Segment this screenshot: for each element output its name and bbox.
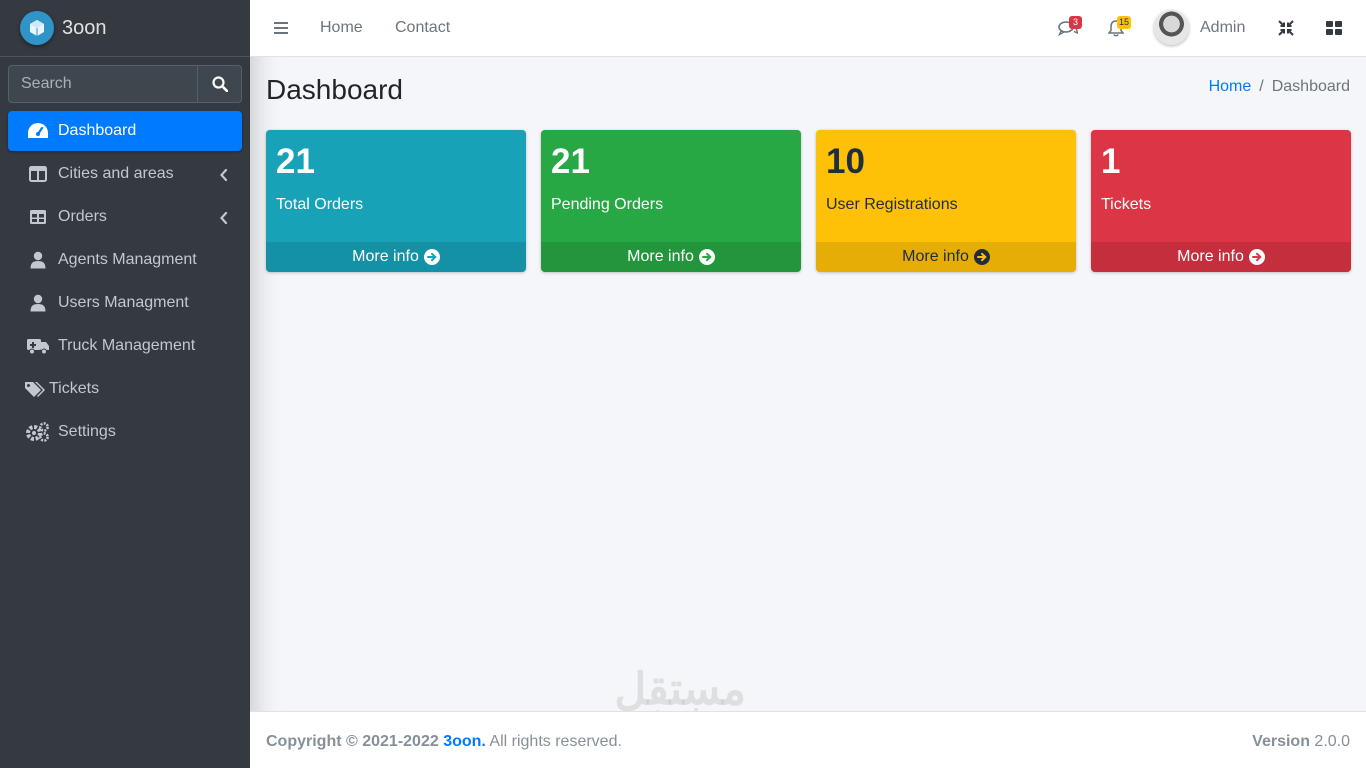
avatar[interactable]: [1154, 10, 1189, 45]
th-large-icon: [1326, 21, 1342, 35]
sidebar-item-label: Tickets: [49, 380, 100, 397]
messages-button[interactable]: 3: [1058, 16, 1082, 41]
stat-value: 21: [276, 142, 315, 181]
search-icon: [211, 76, 228, 92]
notifications-button[interactable]: 15: [1107, 16, 1132, 42]
breadcrumb-current: Dashboard: [1271, 78, 1350, 95]
sidebar-item-agents-managment[interactable]: Agents Managment: [8, 240, 242, 280]
more-info-label: More info: [1177, 248, 1244, 265]
sidebar-item-truck-management[interactable]: Truck Management: [8, 326, 242, 366]
arrow-circle-right-icon: [1248, 249, 1265, 265]
version-label: Version: [1252, 733, 1310, 750]
ambulance-icon: [26, 336, 50, 356]
more-info-label: More info: [352, 248, 419, 265]
stat-card-user-registrations: 10 User Registrations More info: [816, 130, 1076, 272]
table-icon: [26, 207, 50, 227]
columns-icon: [26, 164, 50, 184]
stat-label: User Registrations: [826, 196, 958, 213]
cogs-icon: [26, 422, 50, 442]
tags-icon: [23, 379, 47, 399]
more-info-label: More info: [627, 248, 694, 265]
version-value: 2.0.0: [1309, 733, 1350, 750]
user-icon: [26, 293, 50, 313]
breadcrumb-separator: /: [1259, 78, 1264, 95]
sidebar-item-cities-and-areas[interactable]: Cities and areas: [8, 154, 242, 194]
user-name[interactable]: Admin: [1200, 19, 1245, 37]
main-sidebar: 3oon Dashboard Cities and areas: [0, 0, 250, 768]
menu-toggle-icon[interactable]: [274, 21, 288, 40]
more-info-label: More info: [902, 248, 969, 265]
chevron-left-icon: [220, 211, 228, 229]
sidebar-item-label: Users Managment: [58, 294, 189, 311]
watermark-logo-text: مستقل: [614, 665, 747, 714]
search-button[interactable]: [197, 65, 242, 103]
brand-name: 3oon: [62, 16, 107, 39]
sidebar-item-label: Orders: [58, 208, 107, 225]
arrow-circle-right-icon: [973, 249, 990, 265]
breadcrumb-home-link[interactable]: Home: [1209, 78, 1252, 95]
breadcrumb: Home / Dashboard: [1209, 78, 1350, 96]
sidebar-item-tickets[interactable]: Tickets: [8, 369, 242, 409]
control-sidebar-toggle[interactable]: [1326, 21, 1342, 40]
main-footer: Copyright © 2021-2022 3oon. All rights r…: [250, 711, 1366, 768]
copyright-prefix: Copyright © 2021-2022: [266, 733, 444, 750]
more-info-link[interactable]: More info: [816, 242, 1076, 272]
stat-label: Tickets: [1101, 196, 1152, 213]
chevron-left-icon: [220, 168, 228, 186]
compress-icon: [1278, 20, 1294, 36]
page-title: Dashboard: [266, 74, 403, 105]
cube-logo-icon: [20, 11, 54, 45]
sidebar-item-dashboard[interactable]: Dashboard: [8, 111, 242, 151]
stat-card-total-orders: 21 Total Orders More info: [266, 130, 526, 272]
stat-value: 1: [1101, 142, 1121, 181]
nav-link-home[interactable]: Home: [320, 19, 363, 37]
sidebar-nav: Dashboard Cities and areas Orders Agents…: [8, 111, 242, 455]
tachometer-icon: [26, 121, 50, 141]
copyright-text: Copyright © 2021-2022 3oon. All rights r…: [266, 733, 622, 751]
fullscreen-toggle[interactable]: [1278, 20, 1294, 41]
brand-link[interactable]: 3oon: [0, 0, 250, 57]
sidebar-search: [8, 65, 242, 103]
messages-badge: 3: [1069, 16, 1082, 29]
copyright-brand-link[interactable]: 3oon.: [443, 733, 486, 750]
top-navbar: Home Contact 3 15 Admin: [250, 0, 1366, 57]
stat-value: 10: [826, 142, 865, 181]
user-icon: [26, 250, 50, 270]
stat-card-tickets: 1 Tickets More info: [1091, 130, 1351, 272]
stat-label: Total Orders: [276, 196, 364, 213]
stat-card-pending-orders: 21 Pending Orders More info: [541, 130, 801, 272]
more-info-link[interactable]: More info: [266, 242, 526, 272]
version-text: Version 2.0.0: [1252, 733, 1350, 751]
more-info-link[interactable]: More info: [541, 242, 801, 272]
stat-value: 21: [551, 142, 590, 181]
sidebar-item-settings[interactable]: Settings: [8, 412, 242, 452]
sidebar-item-label: Agents Managment: [58, 251, 197, 268]
more-info-link[interactable]: More info: [1091, 242, 1351, 272]
arrow-circle-right-icon: [423, 249, 440, 265]
copyright-suffix: All rights reserved.: [485, 733, 622, 750]
sidebar-item-label: Cities and areas: [58, 165, 174, 182]
nav-link-contact[interactable]: Contact: [395, 19, 450, 37]
sidebar-item-users-managment[interactable]: Users Managment: [8, 283, 242, 323]
notifications-badge: 15: [1117, 16, 1132, 29]
search-input[interactable]: [8, 65, 197, 103]
stat-label: Pending Orders: [551, 196, 664, 213]
arrow-circle-right-icon: [698, 249, 715, 265]
sidebar-item-label: Settings: [58, 423, 116, 440]
sidebar-item-label: Truck Management: [58, 337, 196, 354]
sidebar-item-orders[interactable]: Orders: [8, 197, 242, 237]
sidebar-item-label: Dashboard: [58, 122, 137, 139]
